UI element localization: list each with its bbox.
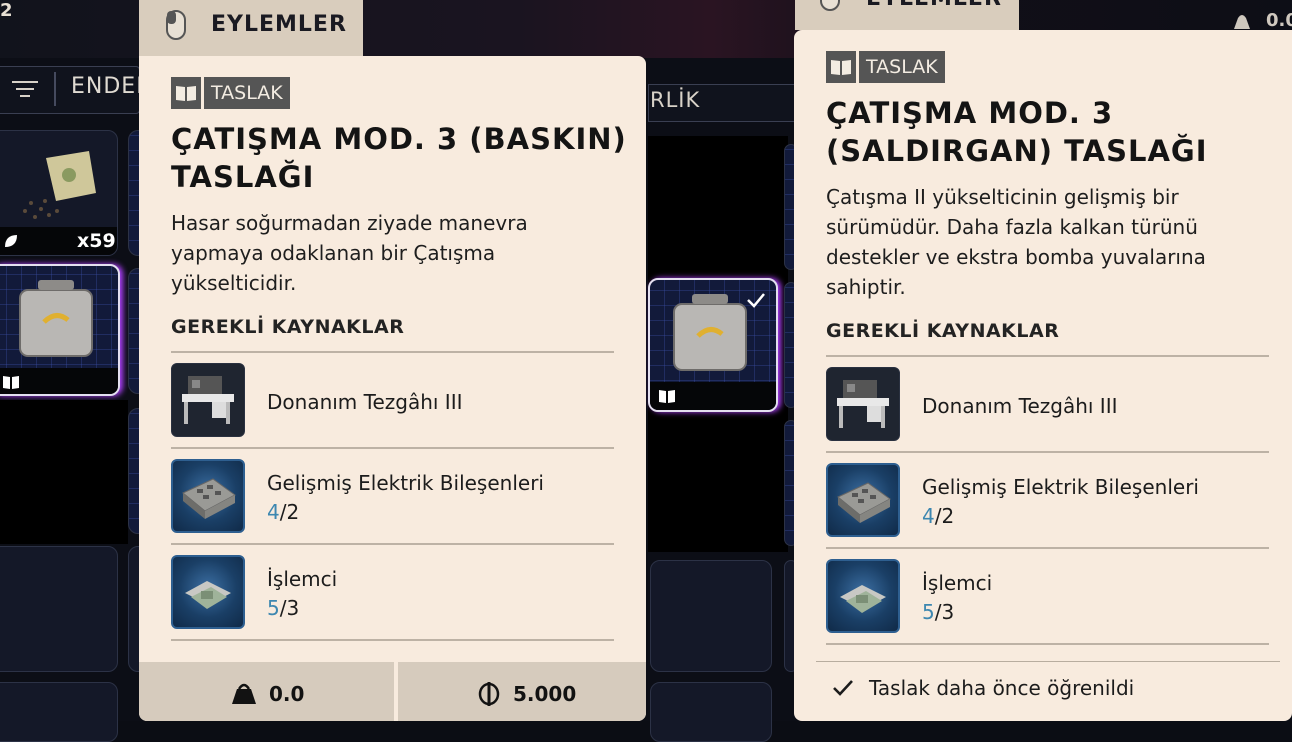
electrical-components-icon — [826, 463, 900, 537]
coin-icon — [478, 682, 500, 706]
learned-notice: Taslak daha önce öğrenildi — [869, 676, 1135, 700]
divider — [826, 355, 1269, 357]
item-description-line1: Hasar soğurmadan ziyade manevra — [171, 211, 528, 235]
resource-count: 4/2 — [267, 500, 299, 524]
resource-have: 4 — [267, 500, 280, 524]
resource-need: 2 — [941, 504, 955, 528]
resource-need: 3 — [286, 596, 300, 620]
divider — [826, 547, 1269, 549]
divider — [826, 643, 1269, 645]
processor-icon — [826, 559, 900, 633]
resource-name: Donanım Tezgâhı III — [267, 390, 463, 414]
divider — [816, 661, 1280, 662]
checkmark-icon — [833, 680, 853, 696]
resource-count: 5/3 — [267, 596, 299, 620]
resource-name: Gelişmiş Elektrik Bileşenleri — [267, 471, 544, 495]
inventory-slot-empty[interactable] — [0, 546, 118, 672]
resource-name: İşlemci — [267, 567, 338, 591]
divider — [171, 447, 614, 449]
item-title-line1: ÇATIŞMA MOD. 3 (BASKIN) — [171, 122, 627, 156]
inventory-slot-empty[interactable] — [650, 682, 772, 742]
requirements-header: GEREKLİ KAYNAKLAR — [826, 320, 1060, 342]
top-left-count: 2 — [0, 0, 13, 21]
item-title-line1: ÇATIŞMA MOD. 3 — [826, 96, 1114, 130]
mouse-icon — [820, 0, 840, 11]
actions-tab-label[interactable]: EYLEMLER — [866, 0, 1002, 11]
electrical-components-icon — [171, 459, 245, 533]
workbench-icon — [171, 363, 245, 437]
item-description-line2: sürümüdür. Daha fazla kalkan türünü — [826, 215, 1198, 239]
checkmark-icon — [747, 293, 765, 308]
actions-tab-label[interactable]: EYLEMLER — [211, 12, 347, 37]
inventory-slot-blueprint-selected[interactable] — [648, 278, 778, 412]
workbench-icon — [826, 367, 900, 441]
item-title-line2: TASLAĞI — [171, 160, 315, 194]
resource-count: 4/2 — [922, 504, 954, 528]
resource-have: 4 — [922, 504, 935, 528]
filter-divider — [54, 72, 56, 106]
processor-icon — [171, 555, 245, 629]
inventory-slot-blueprint-selected[interactable] — [0, 264, 120, 396]
resource-have: 5 — [922, 600, 935, 624]
divider — [171, 543, 614, 545]
book-icon — [831, 60, 851, 75]
resource-have: 5 — [267, 596, 280, 620]
book-icon — [176, 86, 196, 101]
divider — [826, 451, 1269, 453]
resource-need: 2 — [286, 500, 300, 524]
inventory-slot-empty[interactable] — [650, 560, 772, 672]
inventory-slot-seeds[interactable]: x59 — [0, 130, 118, 256]
weight-bag-icon — [1234, 15, 1250, 29]
filter-icon[interactable] — [12, 80, 38, 98]
inventory-slot-empty[interactable] — [0, 682, 118, 742]
item-description-line3: destekler ve ekstra bomba yuvalarına — [826, 245, 1206, 269]
blueprint-crate-icon — [19, 280, 93, 357]
top-right-weight: 0.0 — [1266, 10, 1292, 31]
blueprint-badge: TASLAK — [171, 77, 290, 109]
divider — [171, 639, 614, 641]
weight-bag-icon — [232, 683, 256, 704]
item-description-line4: sahiptir. — [826, 275, 906, 299]
blueprint-book-icon — [659, 390, 675, 403]
item-title-line2: (SALDIRGAN) TASLAĞI — [826, 134, 1208, 168]
middle-filter-label[interactable]: RLİK — [650, 88, 700, 112]
resource-need: 3 — [941, 600, 955, 624]
resource-name: Donanım Tezgâhı III — [922, 394, 1118, 418]
divider — [171, 351, 614, 353]
blueprint-crate-icon — [673, 294, 747, 371]
resource-count: 5/3 — [922, 600, 954, 624]
item-price: 5.000 — [513, 682, 577, 706]
leaf-icon — [5, 235, 17, 247]
weight-footer — [139, 662, 394, 721]
empty-area — [0, 400, 128, 544]
blueprint-badge: TASLAK — [826, 51, 945, 83]
requirements-header: GEREKLİ KAYNAKLAR — [171, 316, 405, 338]
badge-label: TASLAK — [859, 51, 945, 83]
seed-bag-icon — [23, 151, 96, 219]
mouse-icon — [166, 10, 186, 40]
item-description-line1: Çatışma II yükselticinin gelişmiş bir — [826, 185, 1179, 209]
item-description-line2: yapmaya odaklanan bir Çatışma — [171, 241, 496, 265]
item-weight: 0.0 — [269, 682, 305, 706]
resource-name: Gelişmiş Elektrik Bileşenleri — [922, 475, 1199, 499]
item-description-line3: yükselticidir. — [171, 271, 297, 295]
resource-name: İşlemci — [922, 571, 993, 595]
stack-count: x59 — [77, 230, 116, 252]
badge-label: TASLAK — [204, 77, 290, 109]
blueprint-book-icon — [3, 376, 19, 389]
